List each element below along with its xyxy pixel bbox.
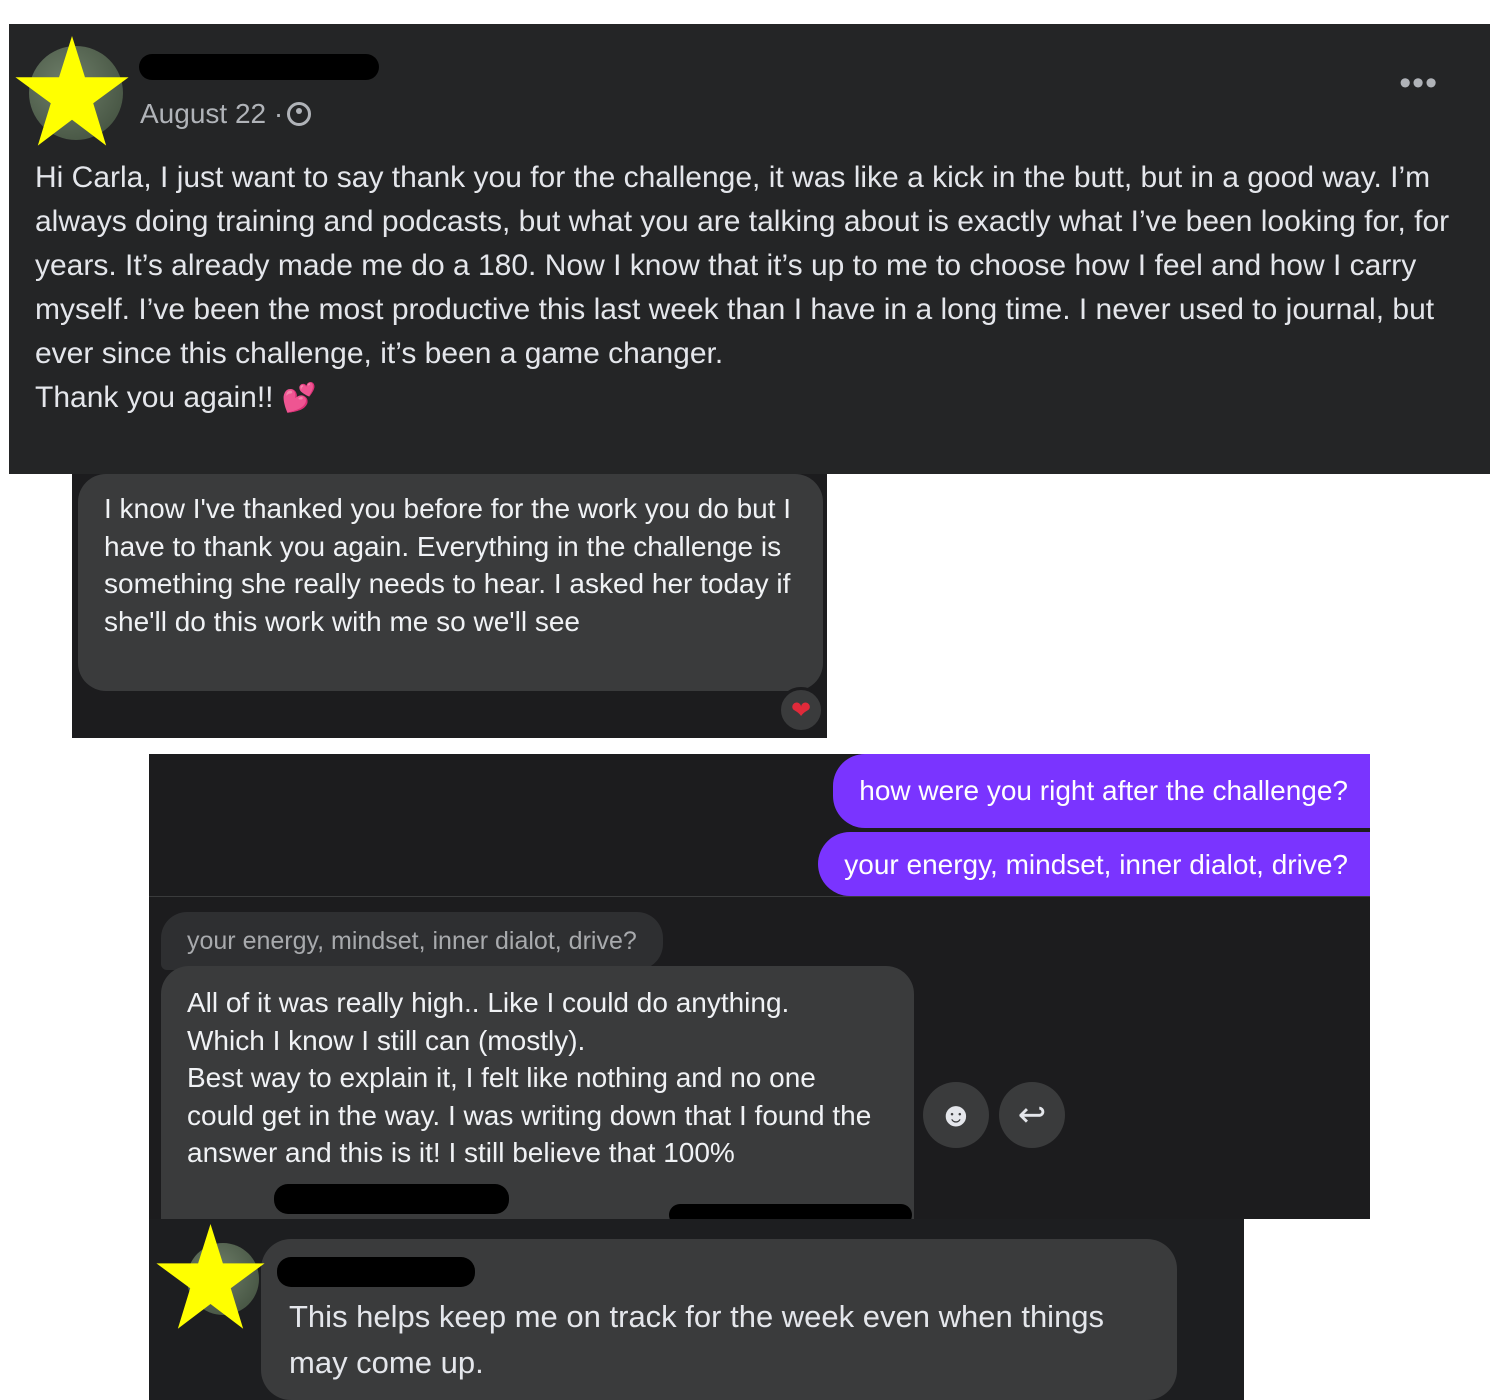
audience-icon — [287, 102, 312, 126]
post-body: Hi Carla, I just want to say thank you f… — [35, 156, 1455, 420]
post-body-text: Hi Carla, I just want to say thank you f… — [35, 161, 1450, 414]
more-options-icon[interactable]: ••• — [1399, 64, 1438, 103]
emoji-reaction-icon[interactable]: ☻ — [923, 1082, 989, 1148]
redacted-text — [274, 1184, 509, 1214]
message-text: I know I've thanked you before for the w… — [104, 493, 792, 637]
reply-text: All of it was really high.. Like I could… — [187, 987, 872, 1169]
post-date[interactable]: August 22 · — [140, 98, 312, 130]
incoming-reply-bubble[interactable]: All of it was really high.. Like I could… — [161, 966, 914, 1219]
star-icon — [13, 36, 131, 148]
facebook-post: August 22 · ••• Hi Carla, I just want to… — [9, 24, 1490, 474]
incoming-message-bubble[interactable]: I know I've thanked you before for the w… — [78, 474, 823, 691]
outgoing-message[interactable]: your energy, mindset, inner dialot, driv… — [818, 832, 1370, 896]
outgoing-message[interactable]: how were you right after the challenge? — [833, 754, 1370, 828]
hearts-emoji: 💕 — [281, 382, 317, 413]
chat-screenshot: how were you right after the challenge? … — [149, 754, 1370, 1226]
heart-reaction-icon[interactable]: ❤ — [778, 687, 824, 733]
star-icon — [149, 1224, 272, 1331]
comment-screenshot: This helps keep me on track for the week… — [149, 1219, 1244, 1400]
message-screenshot-1: I know I've thanked you before for the w… — [72, 474, 827, 738]
divider — [149, 896, 1370, 897]
reply-icon[interactable]: ↩ — [999, 1082, 1065, 1148]
comment-text: This helps keep me on track for the week… — [289, 1299, 1105, 1380]
redacted-commenter-name — [277, 1257, 475, 1287]
redacted-author-name — [139, 54, 379, 80]
post-date-text: August 22 · — [140, 98, 284, 129]
quoted-message[interactable]: your energy, mindset, inner dialot, driv… — [161, 912, 663, 970]
